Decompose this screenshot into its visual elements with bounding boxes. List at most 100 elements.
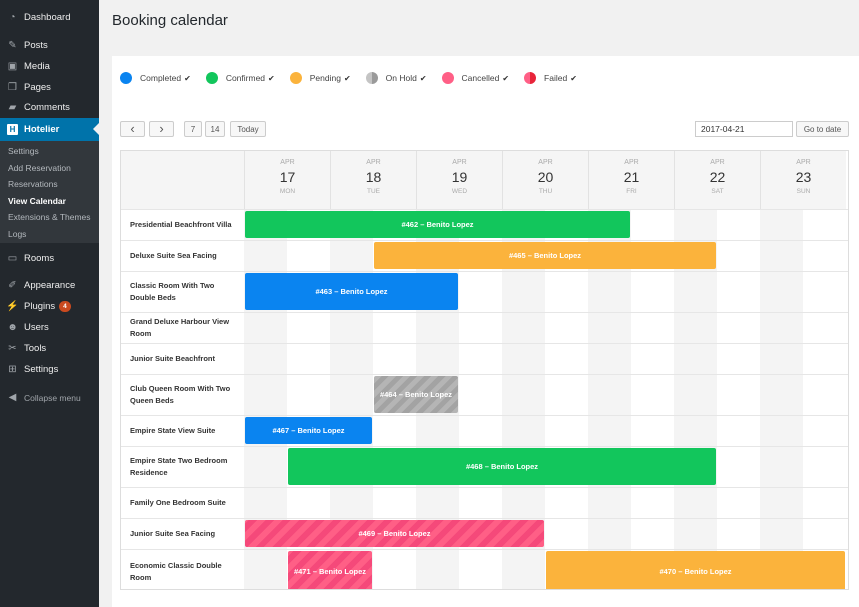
calendar-cell[interactable] (631, 313, 674, 343)
submenu-settings[interactable]: Settings (8, 146, 39, 156)
calendar-cell[interactable] (803, 210, 846, 240)
calendar-cell[interactable] (674, 416, 717, 446)
calendar-cell[interactable] (244, 550, 287, 589)
booking-bar[interactable]: #462 – Benito Lopez (245, 211, 630, 238)
calendar-cell[interactable] (760, 344, 803, 374)
booking-bar[interactable]: #471 – Benito Lopez (288, 551, 372, 589)
calendar-cell[interactable] (760, 519, 803, 549)
calendar-cell[interactable] (674, 272, 717, 312)
legend-item-cancelled[interactable]: Cancelled ✔ (441, 72, 509, 84)
menu-item-hotelier[interactable]: H Hotelier (0, 118, 99, 141)
calendar-cell[interactable] (502, 375, 545, 415)
calendar-cell[interactable] (803, 447, 846, 487)
calendar-cell[interactable] (545, 488, 588, 518)
legend-item-failed[interactable]: Failed ✔ (524, 72, 577, 84)
range-14-days-button[interactable]: 14 (205, 121, 225, 137)
calendar-cell[interactable] (588, 416, 631, 446)
booking-bar[interactable]: #470 – Benito Lopez (546, 551, 845, 589)
today-button[interactable]: Today (230, 121, 266, 137)
menu-item-settings[interactable]: ⊞ Settings (0, 359, 99, 380)
menu-item-tools[interactable]: ✂ Tools (0, 338, 99, 359)
calendar-cell[interactable] (588, 344, 631, 374)
calendar-cell[interactable] (459, 344, 502, 374)
calendar-cell[interactable] (545, 272, 588, 312)
calendar-cell[interactable] (717, 210, 760, 240)
calendar-cell[interactable] (674, 519, 717, 549)
menu-item-dashboard[interactable]: ◔ Dashboard (0, 7, 99, 28)
calendar-cell[interactable] (717, 488, 760, 518)
calendar-cell[interactable] (631, 210, 674, 240)
calendar-cell[interactable] (803, 344, 846, 374)
calendar-cell[interactable] (545, 416, 588, 446)
menu-item-pages[interactable]: ❒ Pages (0, 77, 99, 98)
booking-bar[interactable]: #464 – Benito Lopez (374, 376, 458, 413)
submenu-logs[interactable]: Logs (8, 229, 26, 239)
calendar-cell[interactable] (373, 344, 416, 374)
calendar-cell[interactable] (717, 344, 760, 374)
calendar-cell[interactable] (631, 488, 674, 518)
calendar-cell[interactable] (330, 488, 373, 518)
calendar-cell[interactable] (502, 488, 545, 518)
calendar-cell[interactable] (674, 488, 717, 518)
calendar-cell[interactable] (287, 313, 330, 343)
calendar-cell[interactable] (416, 416, 459, 446)
calendar-cell[interactable] (244, 447, 287, 487)
calendar-cell[interactable] (631, 519, 674, 549)
submenu-view-calendar[interactable]: View Calendar (8, 196, 66, 206)
calendar-cell[interactable] (502, 344, 545, 374)
calendar-cell[interactable] (330, 375, 373, 415)
calendar-cell[interactable] (803, 519, 846, 549)
calendar-cell[interactable] (588, 375, 631, 415)
calendar-cell[interactable] (459, 550, 502, 589)
prev-week-button[interactable]: ‹ (120, 121, 145, 137)
calendar-cell[interactable] (760, 272, 803, 312)
menu-item-rooms[interactable]: ▭ Rooms (0, 248, 99, 269)
calendar-cell[interactable] (545, 375, 588, 415)
calendar-cell[interactable] (674, 344, 717, 374)
calendar-cell[interactable] (760, 210, 803, 240)
calendar-cell[interactable] (760, 447, 803, 487)
calendar-cell[interactable] (459, 313, 502, 343)
calendar-cell[interactable] (287, 344, 330, 374)
calendar-cell[interactable] (287, 241, 330, 271)
calendar-cell[interactable] (459, 375, 502, 415)
calendar-cell[interactable] (502, 416, 545, 446)
calendar-cell[interactable] (330, 344, 373, 374)
menu-item-comments[interactable]: ▰ Comments (0, 97, 99, 118)
next-week-button[interactable]: › (149, 121, 174, 137)
calendar-cell[interactable] (631, 375, 674, 415)
calendar-cell[interactable] (416, 488, 459, 518)
calendar-cell[interactable] (416, 313, 459, 343)
calendar-cell[interactable] (416, 550, 459, 589)
calendar-cell[interactable] (502, 550, 545, 589)
calendar-cell[interactable] (545, 344, 588, 374)
calendar-cell[interactable] (803, 488, 846, 518)
menu-item-posts[interactable]: ✎ Posts (0, 35, 99, 56)
calendar-cell[interactable] (674, 375, 717, 415)
collapse-menu-button[interactable]: ◀ Collapse menu (0, 387, 99, 408)
calendar-cell[interactable] (287, 375, 330, 415)
calendar-cell[interactable] (244, 241, 287, 271)
calendar-cell[interactable] (545, 313, 588, 343)
calendar-cell[interactable] (588, 488, 631, 518)
calendar-cell[interactable] (760, 241, 803, 271)
calendar-cell[interactable] (373, 550, 416, 589)
calendar-cell[interactable] (631, 416, 674, 446)
calendar-cell[interactable] (502, 313, 545, 343)
calendar-cell[interactable] (803, 272, 846, 312)
calendar-cell[interactable] (760, 488, 803, 518)
calendar-cell[interactable] (330, 241, 373, 271)
submenu-reservations[interactable]: Reservations (8, 179, 58, 189)
go-to-date-button[interactable]: Go to date (796, 121, 849, 137)
calendar-cell[interactable] (717, 447, 760, 487)
calendar-cell[interactable] (588, 313, 631, 343)
legend-item-pending[interactable]: Pending ✔ (289, 72, 351, 84)
calendar-cell[interactable] (717, 241, 760, 271)
calendar-cell[interactable] (717, 272, 760, 312)
calendar-cell[interactable] (717, 416, 760, 446)
calendar-cell[interactable] (717, 519, 760, 549)
calendar-cell[interactable] (244, 313, 287, 343)
calendar-cell[interactable] (588, 519, 631, 549)
calendar-cell[interactable] (760, 313, 803, 343)
booking-bar[interactable]: #468 – Benito Lopez (288, 448, 716, 485)
